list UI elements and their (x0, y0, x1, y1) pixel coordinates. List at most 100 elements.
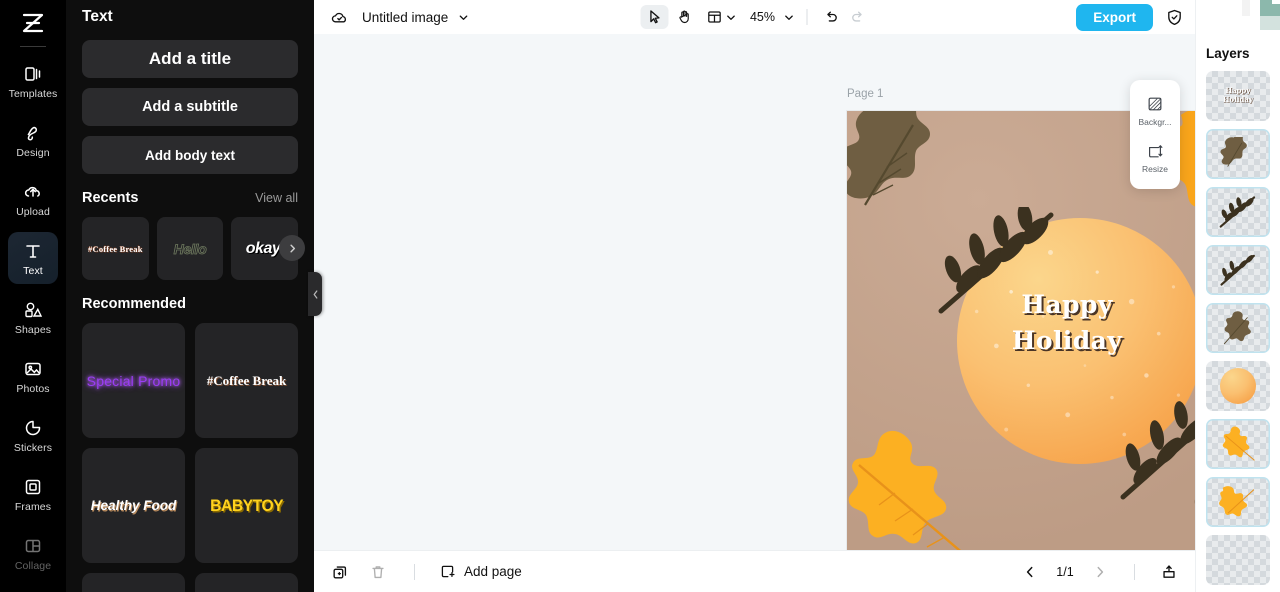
export-page-icon[interactable] (1157, 560, 1181, 584)
floating-properties-panel: Backgr... Resize (1130, 80, 1180, 189)
export-button[interactable]: Export (1076, 3, 1153, 31)
toolbar-center-group: 45% (639, 5, 869, 29)
add-page-icon (441, 565, 455, 578)
bottom-bar-divider (414, 563, 415, 580)
zoom-control[interactable]: 45% (750, 10, 794, 24)
branch-dark-thumb (1219, 196, 1256, 228)
branch-dark-lower-right[interactable] (1117, 397, 1195, 505)
resize-button[interactable]: Resize (1130, 136, 1180, 181)
template-card-blank-1[interactable] (82, 573, 185, 592)
template-card-special-promo[interactable]: Special Promo (82, 323, 185, 438)
undo-icon (826, 11, 837, 22)
cloud-saved-icon[interactable] (328, 6, 350, 28)
sidebar-label: Design (16, 146, 50, 159)
sidebar-item-upload[interactable]: Upload (8, 173, 58, 225)
layer-leaf-brown-oak-2[interactable] (1206, 303, 1270, 353)
recommended-heading: Recommended (82, 296, 186, 312)
hand-tool-button[interactable] (670, 5, 698, 29)
layer-text-happy-holiday[interactable]: Happy Holiday (1206, 71, 1270, 121)
select-tool-button[interactable] (639, 5, 668, 29)
recent-thumb-label: Hello (173, 240, 207, 257)
redo-icon (851, 11, 862, 22)
layers-panel: Layers Happy Holiday (1195, 0, 1280, 592)
capcut-logo-icon[interactable] (16, 6, 50, 40)
document-title[interactable]: Untitled image (362, 10, 448, 25)
sidebar-item-stickers[interactable]: Stickers (8, 409, 58, 461)
layer-leaf-brown-oak-1[interactable] (1206, 129, 1270, 179)
prev-page-button[interactable] (1018, 560, 1042, 584)
delete-page-icon[interactable] (366, 560, 390, 584)
canvas-area[interactable]: Page 1 Happy Holiday Backgr... Resize (314, 34, 1195, 550)
panel-collapse-handle[interactable] (308, 272, 322, 316)
template-card-babytoy[interactable]: BABYTOY (195, 448, 298, 563)
toolbar-right-group: Export (1076, 3, 1185, 31)
recent-thumb-label: okay. (245, 239, 284, 257)
app-root: Templates Design Upload Text Shapes Phot… (0, 0, 1280, 592)
sidebar-label: Shapes (14, 323, 52, 336)
next-page-button[interactable] (1088, 560, 1112, 584)
redo-button[interactable] (845, 5, 869, 29)
zoom-level-value: 45% (749, 10, 776, 24)
page-label: Page 1 (847, 88, 884, 100)
undo-button[interactable] (819, 5, 843, 29)
leaf-brown-oak-bottom-right[interactable] (1185, 433, 1195, 550)
document-title-chevron-down-icon[interactable] (458, 12, 469, 23)
sidebar-label: Templates (8, 87, 58, 100)
background-button[interactable]: Backgr... (1130, 89, 1180, 134)
layer-sun-circle[interactable] (1206, 361, 1270, 411)
layout-grid-icon (707, 11, 721, 23)
chevron-down-icon (726, 14, 735, 20)
resize-button-label: Resize (1142, 164, 1168, 174)
sidebar-item-shapes[interactable]: Shapes (8, 291, 58, 343)
recent-thumb-label: #Coffee Break (88, 243, 143, 254)
add-page-label: Add page (464, 564, 522, 579)
add-subtitle-button[interactable]: Add a subtitle (82, 88, 298, 126)
design-icon (22, 122, 44, 144)
headline-line-2: Holiday (1011, 326, 1123, 356)
layout-tool-button[interactable] (700, 9, 736, 25)
layers-title: Layers (1206, 46, 1250, 61)
main-area: Untitled image 45% Export Page 1 Happy H… (314, 0, 1195, 592)
add-body-text-button[interactable]: Add body text (82, 136, 298, 174)
collage-icon (22, 535, 44, 557)
template-card-label: #Coffee Break (206, 372, 287, 388)
artboard-headline[interactable]: Happy Holiday (847, 287, 1195, 360)
leaf-orange-oak-bottom-left[interactable] (847, 429, 972, 550)
recent-thumb-coffee-break[interactable]: #Coffee Break (82, 217, 149, 280)
photos-icon (22, 358, 44, 380)
template-card-coffee-break[interactable]: #Coffee Break (195, 323, 298, 438)
sidebar-item-templates[interactable]: Templates (8, 55, 58, 107)
background-pattern-icon (1148, 97, 1162, 111)
layer-branch-dark-1[interactable] (1206, 187, 1270, 237)
recents-heading: Recents (82, 190, 139, 206)
recents-next-button[interactable] (279, 235, 305, 261)
duplicate-page-icon[interactable] (328, 560, 352, 584)
sidebar-label: Photos (16, 382, 50, 395)
add-title-button[interactable]: Add a title (82, 40, 298, 78)
layer-branch-dark-2[interactable] (1206, 245, 1270, 295)
shield-check-icon[interactable] (1163, 6, 1185, 28)
sun-circle-thumb (1220, 368, 1256, 404)
sidebar-item-frames[interactable]: Frames (8, 468, 58, 520)
layer-leaf-orange-1[interactable] (1206, 419, 1270, 469)
stickers-icon (22, 417, 44, 439)
recents-view-all-link[interactable]: View all (255, 191, 298, 205)
chevron-right-icon (1097, 566, 1104, 577)
sidebar-item-text[interactable]: Text (8, 232, 58, 284)
sidebar-item-photos[interactable]: Photos (8, 350, 58, 402)
template-card-blank-2[interactable] (195, 573, 298, 592)
layer-leaf-orange-2[interactable] (1206, 477, 1270, 527)
template-card-healthy-food[interactable]: Healthy Food (82, 448, 185, 563)
sidebar-label: Text (23, 264, 43, 277)
add-page-button[interactable]: Add page (439, 563, 522, 580)
sidebar-item-design[interactable]: Design (8, 114, 58, 166)
leaf-brown-oak-top-left[interactable] (847, 111, 965, 220)
recents-header: Recents View all (82, 190, 298, 206)
panel-title: Text (82, 8, 113, 25)
oak-leaf-brown-thumb-2 (1223, 311, 1251, 345)
template-card-label: Healthy Food (90, 498, 177, 513)
toolbar-divider (806, 9, 808, 25)
layer-partial-bottom[interactable] (1206, 535, 1270, 585)
sidebar-item-collage[interactable]: Collage (8, 527, 58, 579)
recent-thumb-hello[interactable]: Hello (156, 217, 224, 280)
